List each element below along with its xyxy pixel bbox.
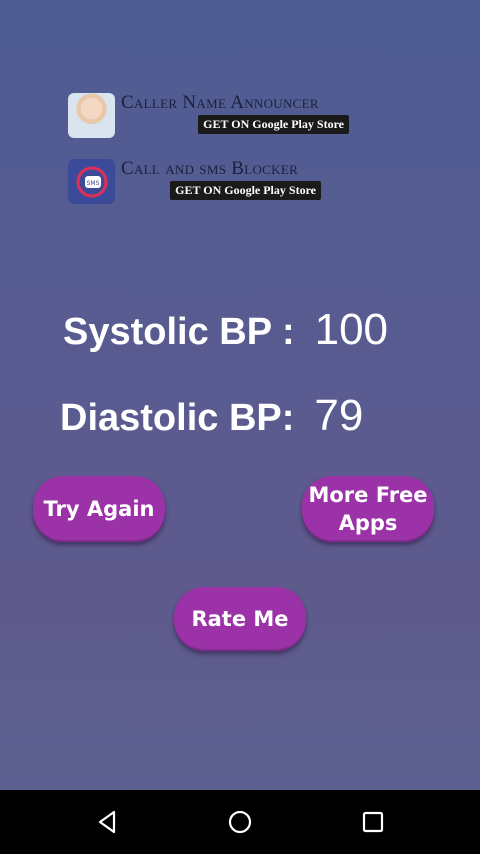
svg-text:SMS: SMS — [86, 180, 99, 187]
play-store-badge[interactable]: GET ON Google Play Store — [170, 181, 321, 200]
promo-caller-name-announcer[interactable]: Caller Name Announcer GET ON Google Play… — [68, 93, 349, 138]
diastolic-value: 79 — [314, 391, 364, 440]
play-store-badge[interactable]: GET ON Google Play Store — [198, 115, 349, 134]
try-again-button[interactable]: Try Again — [33, 476, 165, 542]
caller-person-icon — [68, 93, 115, 138]
more-free-apps-label-line2: Apps — [338, 511, 398, 535]
back-icon[interactable] — [91, 806, 123, 838]
home-icon[interactable] — [224, 806, 256, 838]
promo-call-sms-blocker[interactable]: SMS Call and sms Blocker GET ON Google P… — [68, 159, 321, 204]
systolic-row: Systolic BP : 100 — [63, 305, 388, 355]
more-free-apps-button[interactable]: More Free Apps — [302, 476, 434, 542]
diastolic-label: Diastolic BP: — [60, 397, 295, 439]
systolic-value: 100 — [314, 305, 389, 354]
systolic-label: Systolic BP : — [63, 311, 295, 353]
more-free-apps-label-line1: More Free — [308, 483, 428, 507]
recents-icon[interactable] — [357, 806, 389, 838]
promo-title: Caller Name Announcer — [121, 92, 319, 113]
sms-blocker-icon: SMS — [68, 159, 115, 204]
system-navigation-bar — [0, 790, 480, 854]
rate-me-label: Rate Me — [191, 607, 289, 631]
rate-me-button[interactable]: Rate Me — [174, 587, 306, 651]
diastolic-row: Diastolic BP: 79 — [60, 391, 363, 441]
try-again-label: Try Again — [43, 497, 155, 521]
promo-title: Call and sms Blocker — [121, 158, 299, 179]
